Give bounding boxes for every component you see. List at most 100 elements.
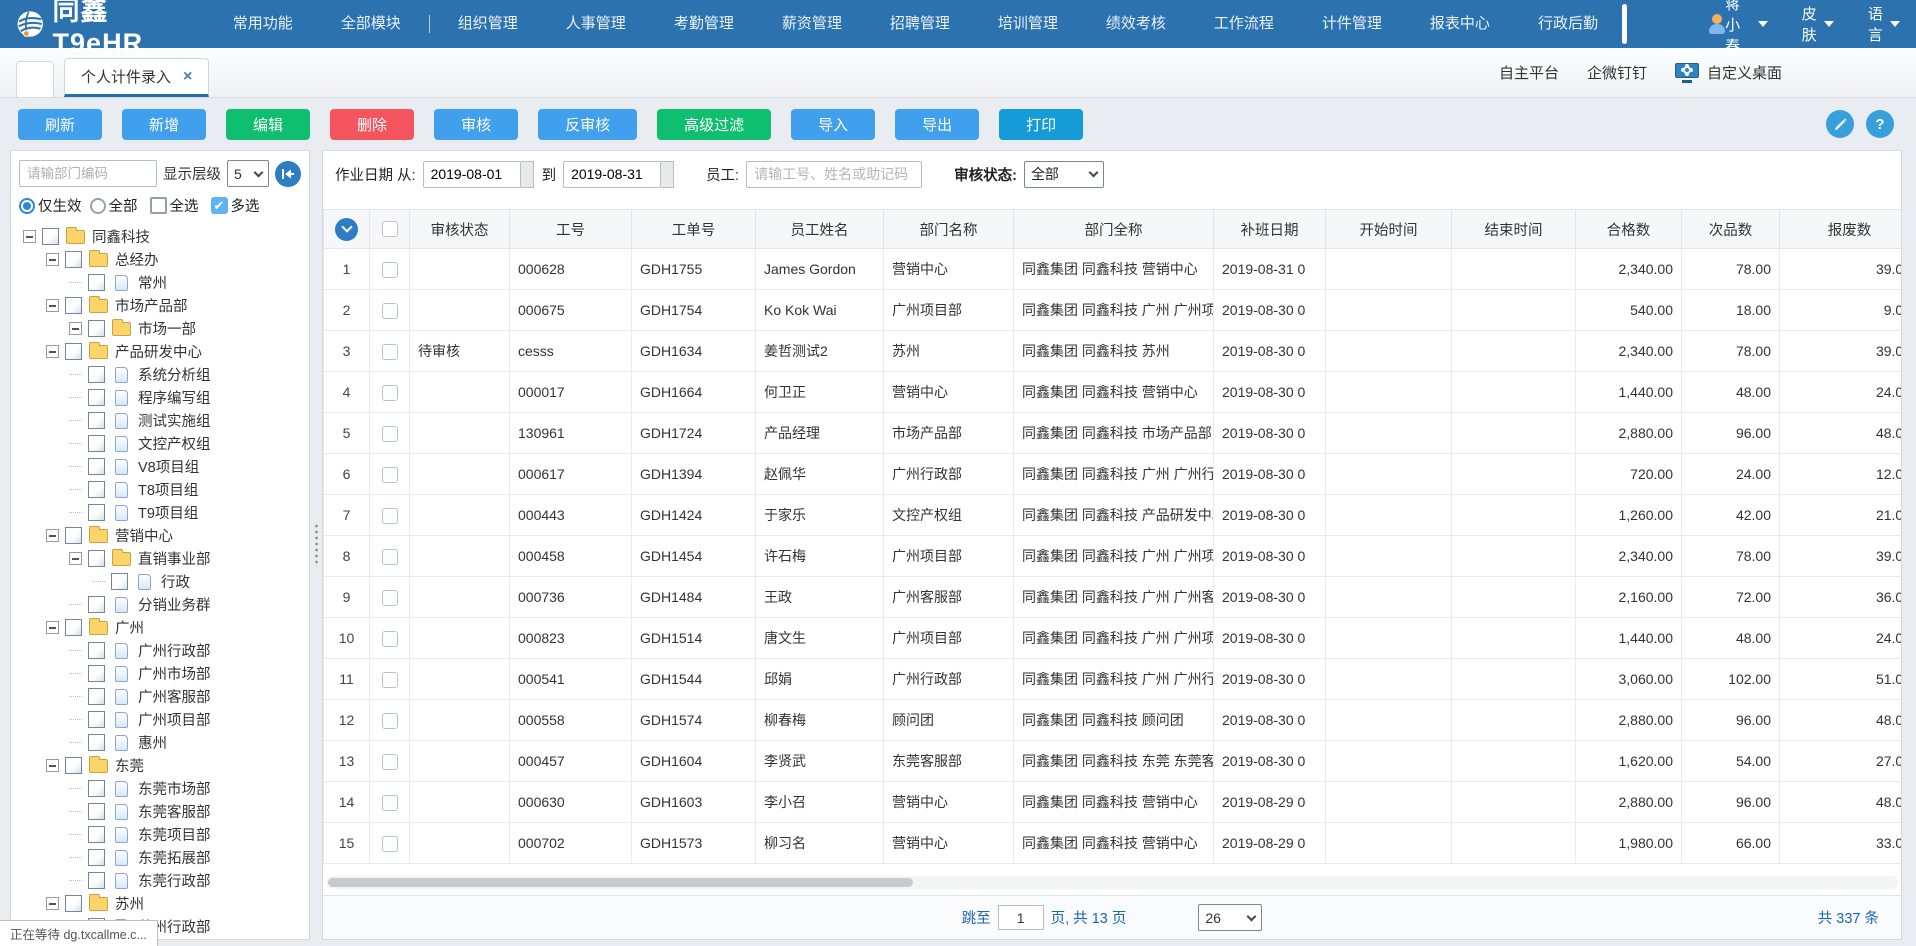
language-menu[interactable]: 语言 (1868, 3, 1900, 45)
page-number-input[interactable] (998, 905, 1044, 930)
tree-node-3[interactable]: 市场产品部 (19, 294, 309, 317)
tree-checkbox[interactable] (65, 527, 82, 544)
tree-node-10[interactable]: V8项目组 (19, 455, 309, 478)
tree-collapse-icon[interactable] (46, 253, 59, 266)
tree-checkbox[interactable] (65, 343, 82, 360)
only-active-radio[interactable] (19, 198, 35, 214)
home-tab[interactable] (16, 61, 54, 97)
tree-node-1[interactable]: 总经办 (19, 248, 309, 271)
tree-node-24[interactable]: 东莞市场部 (19, 777, 309, 800)
tree-checkbox[interactable] (65, 297, 82, 314)
tree-checkbox[interactable] (88, 274, 105, 291)
table-row[interactable]: 7000443GDH1424于家乐文控产权组同鑫集团 同鑫科技 产品研发中心20… (324, 495, 1902, 536)
table-row[interactable]: 3待审核cesssGDH1634姜哲测试2苏州同鑫集团 同鑫科技 苏州2019-… (324, 331, 1902, 372)
tree-node-0[interactable]: 同鑫科技 (19, 225, 309, 248)
dept-code-input[interactable] (19, 160, 157, 187)
tree-collapse-icon[interactable] (69, 322, 82, 335)
tree-node-13[interactable]: 营销中心 (19, 524, 309, 547)
tree-collapse-icon[interactable] (23, 230, 36, 243)
tree-node-26[interactable]: 东莞项目部 (19, 823, 309, 846)
tree-checkbox[interactable] (88, 412, 105, 429)
date-picker-addon[interactable] (521, 161, 534, 188)
tree-node-19[interactable]: 广州市场部 (19, 662, 309, 685)
tree-checkbox[interactable] (88, 596, 105, 613)
horizontal-scrollbar-thumb[interactable] (328, 878, 913, 887)
level-select[interactable]: 5 (227, 160, 269, 187)
tree-checkbox[interactable] (88, 504, 105, 521)
nav-item-11[interactable]: 报表中心 (1406, 0, 1514, 48)
tree-node-2[interactable]: 常州 (19, 271, 309, 294)
import-button[interactable]: 导入 (791, 109, 875, 140)
table-row[interactable]: 4000017GDH1664何卫正营销中心同鑫集团 同鑫科技 营销中心2019-… (324, 372, 1902, 413)
table-row[interactable]: 11000541GDH1544邱娟广州行政部同鑫集团 同鑫科技 广州 广州行政部… (324, 659, 1902, 700)
tree-node-9[interactable]: 文控产权组 (19, 432, 309, 455)
tree-node-12[interactable]: T9项目组 (19, 501, 309, 524)
table-row[interactable]: 8000458GDH1454许石梅广州项目部同鑫集团 同鑫科技 广州 广州项目部… (324, 536, 1902, 577)
tree-checkbox[interactable] (88, 803, 105, 820)
nav-item-10[interactable]: 计件管理 (1298, 0, 1406, 48)
tree-checkbox[interactable] (88, 642, 105, 659)
row-checkbox[interactable] (382, 672, 398, 688)
quick-link-custom-desktop[interactable]: 自定义桌面 (1675, 62, 1782, 83)
tree-checkbox[interactable] (88, 734, 105, 751)
tree-checkbox[interactable] (88, 849, 105, 866)
print-button[interactable]: 打印 (999, 109, 1083, 140)
select-all-checkbox[interactable] (150, 197, 167, 214)
nav-item-8[interactable]: 绩效考核 (1082, 0, 1190, 48)
tree-checkbox[interactable] (88, 665, 105, 682)
table-row[interactable]: 5130961GDH1724产品经理市场产品部同鑫集团 同鑫科技 市场产品部20… (324, 413, 1902, 454)
table-row[interactable]: 1000628GDH1755James Gordon营销中心同鑫集团 同鑫科技 … (324, 249, 1902, 290)
select-all-rows-checkbox[interactable] (382, 221, 398, 237)
user-menu[interactable]: 蒋小春 (1707, 0, 1768, 56)
date-from-input[interactable] (423, 161, 521, 188)
column-menu-button[interactable] (335, 218, 358, 241)
skin-menu[interactable]: 皮肤 (1802, 3, 1834, 45)
page-size-select[interactable]: 26 (1198, 904, 1262, 931)
tree-collapse-icon[interactable] (46, 529, 59, 542)
multi-select-checkbox[interactable]: ✔ (211, 197, 228, 214)
tree-node-15[interactable]: 行政 (19, 570, 309, 593)
table-row[interactable]: 2000675GDH1754Ko Kok Wai广州项目部同鑫集团 同鑫科技 广… (324, 290, 1902, 331)
tree-node-22[interactable]: 惠州 (19, 731, 309, 754)
row-checkbox[interactable] (382, 795, 398, 811)
row-checkbox[interactable] (382, 262, 398, 278)
table-row[interactable]: 13000457GDH1604李贤武东莞客服部同鑫集团 同鑫科技 东莞 东莞客服… (324, 741, 1902, 782)
quick-link-self-platform[interactable]: 自主平台 (1499, 62, 1559, 83)
row-checkbox[interactable] (382, 385, 398, 401)
collapse-sidebar-button[interactable] (275, 161, 301, 187)
unapprove-button[interactable]: 反审核 (538, 109, 637, 140)
tab-personal-piecework-entry[interactable]: 个人计件录入 × (64, 58, 209, 97)
tree-node-4[interactable]: 市场一部 (19, 317, 309, 340)
all-radio[interactable] (90, 198, 106, 214)
tree-checkbox[interactable] (65, 251, 82, 268)
row-checkbox[interactable] (382, 549, 398, 565)
row-checkbox[interactable] (382, 426, 398, 442)
table-row[interactable]: 14000630GDH1603李小召营销中心同鑫集团 同鑫科技 营销中心2019… (324, 782, 1902, 823)
tree-checkbox[interactable] (88, 711, 105, 728)
delete-button[interactable]: 删除 (330, 109, 414, 140)
tree-checkbox[interactable] (65, 619, 82, 636)
tree-checkbox[interactable] (42, 228, 59, 245)
tree-collapse-icon[interactable] (69, 552, 82, 565)
row-checkbox[interactable] (382, 713, 398, 729)
tree-checkbox[interactable] (88, 481, 105, 498)
nav-item-5[interactable]: 薪资管理 (758, 0, 866, 48)
tree-checkbox[interactable] (88, 780, 105, 797)
tree-checkbox[interactable] (88, 320, 105, 337)
table-row[interactable]: 6000617GDH1394赵佩华广州行政部同鑫集团 同鑫科技 广州 广州行政部… (324, 454, 1902, 495)
table-row[interactable]: 10000823GDH1514唐文生广州项目部同鑫集团 同鑫科技 广州 广州项目… (324, 618, 1902, 659)
tree-checkbox[interactable] (88, 435, 105, 452)
edit-pencil-button[interactable] (1826, 110, 1854, 138)
tree-collapse-icon[interactable] (46, 345, 59, 358)
tree-node-16[interactable]: 分销业务群 (19, 593, 309, 616)
tree-checkbox[interactable] (111, 573, 128, 590)
nav-item-1[interactable]: 全部模块 (317, 0, 425, 48)
row-checkbox[interactable] (382, 754, 398, 770)
audit-status-select[interactable]: 全部 (1024, 161, 1104, 188)
tree-node-28[interactable]: 东莞行政部 (19, 869, 309, 892)
tree-node-18[interactable]: 广州行政部 (19, 639, 309, 662)
tree-node-8[interactable]: 测试实施组 (19, 409, 309, 432)
row-checkbox[interactable] (382, 836, 398, 852)
nav-item-6[interactable]: 招聘管理 (866, 0, 974, 48)
tree-collapse-icon[interactable] (46, 759, 59, 772)
